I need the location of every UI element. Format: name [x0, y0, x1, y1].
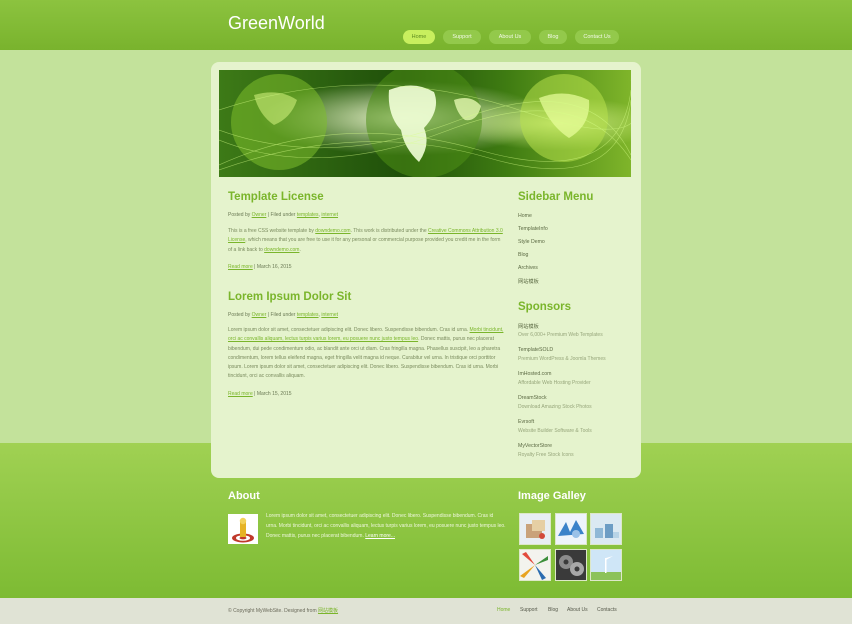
nav-contact-us[interactable]: Contact Us — [575, 30, 619, 44]
post-body: This is a free CSS website template by d… — [228, 227, 505, 255]
sponsor-link[interactable]: DreamStock — [518, 395, 547, 401]
read-more-link[interactable]: Read more — [228, 391, 253, 397]
sidebar-item-home[interactable]: Home — [518, 213, 532, 219]
about-text: Lorem ipsum dolor sit amet, consectetuer… — [266, 513, 506, 539]
sponsor-link[interactable]: Evrsoft — [518, 419, 534, 425]
gallery-thumb-5[interactable] — [555, 549, 587, 581]
post-meta: Posted by Owner | Filed under templates,… — [228, 312, 339, 318]
gallery-heading: Image Galley — [518, 490, 586, 502]
sponsor-description: Affordable Web Hosting Provider — [518, 380, 591, 386]
nav-blog[interactable]: Blog — [539, 30, 567, 44]
post-body: Lorem ipsum dolor sit amet, consectetuer… — [228, 326, 505, 382]
sidebar-item-style-demo[interactable]: Style Demo — [518, 239, 545, 245]
body-text-segment: . — [299, 246, 301, 253]
sidebar-item-templateinfo[interactable]: TemplateInfo — [518, 226, 548, 232]
post-category-link[interactable]: templates — [297, 312, 319, 318]
body-text-segment: . This work is distributed under the — [350, 228, 429, 234]
sponsor-link[interactable]: ImHosted.com — [518, 371, 551, 377]
sidebar-menu-heading: Sidebar Menu — [518, 191, 594, 203]
about-thumbnail-image — [228, 514, 258, 544]
post-title[interactable]: Lorem Ipsum Dolor Sit — [228, 291, 351, 303]
gallery-thumb-1[interactable] — [519, 513, 551, 545]
footer-link-contacts[interactable]: Contacts — [597, 607, 617, 613]
post-author-link[interactable]: Owner — [252, 312, 267, 318]
post-date: | March 15, 2015 — [254, 391, 292, 397]
sponsor-description: Premium WordPress & Joomla Themes — [518, 356, 606, 362]
learn-more-link[interactable]: Learn more... — [365, 533, 395, 539]
sponsor-description: Download Amazing Stock Photos — [518, 404, 592, 410]
post-footer: Read more | March 16, 2015 — [228, 264, 292, 270]
footer-link-home[interactable]: Home — [497, 607, 510, 613]
body-text-segment: This is a free CSS website template by — [228, 228, 316, 234]
inline-link[interactable]: downdemo.com — [264, 247, 299, 253]
inline-link[interactable]: downdemo.com — [315, 228, 350, 234]
copyright-text: © Copyright MyWebSite. Designed from 网站模… — [228, 608, 339, 614]
read-more-link[interactable]: Read more — [228, 264, 253, 270]
sidebar-item-templates-cn[interactable]: 网站模板 — [518, 278, 539, 285]
nav-about-us[interactable]: About Us — [489, 30, 531, 44]
footer-link-blog[interactable]: Blog — [548, 607, 558, 613]
sidebar-item-blog[interactable]: Blog — [518, 252, 528, 258]
body-text-segment: Lorem ipsum dolor sit amet, consectetuer… — [228, 327, 470, 333]
gallery-thumb-4[interactable] — [519, 549, 551, 581]
post-category-link[interactable]: internet — [321, 212, 338, 218]
sponsor-link[interactable]: TemplateSOLD — [518, 347, 553, 353]
sponsors-heading: Sponsors — [518, 301, 572, 313]
footer-bar — [0, 598, 852, 624]
nav-support[interactable]: Support — [443, 30, 481, 44]
post-category-link[interactable]: internet — [321, 312, 338, 318]
sponsor-description: Royalty Free Stock Icons — [518, 452, 574, 458]
sponsor-link[interactable]: 网站模板 — [518, 323, 539, 330]
sponsor-description: Website Builder Software & Tools — [518, 428, 592, 434]
post-meta: Posted by Owner | Filed under templates,… — [228, 212, 339, 218]
sidebar-item-archives[interactable]: Archives — [518, 265, 538, 271]
post-date: | March 16, 2015 — [254, 264, 292, 270]
sponsor-link[interactable]: MyVectorStore — [518, 443, 552, 449]
post-author-link[interactable]: Owner — [252, 212, 267, 218]
footer-link-support[interactable]: Support — [520, 607, 538, 613]
post-footer: Read more | March 15, 2015 — [228, 391, 292, 397]
sponsor-description: Over 6,000+ Premium Web Templates — [518, 332, 603, 338]
about-heading: About — [228, 490, 260, 502]
gallery-thumb-3[interactable] — [590, 513, 622, 545]
gallery-thumb-2[interactable] — [555, 513, 587, 545]
nav-home[interactable]: Home — [403, 30, 435, 44]
body-text-segment: . Donec mattis, purus nec placerat biben… — [228, 336, 501, 380]
post-title[interactable]: Template License — [228, 191, 324, 203]
site-logo[interactable]: GreenWorld — [228, 13, 325, 34]
globe-banner-image — [219, 70, 631, 177]
post-category-link[interactable]: templates — [297, 212, 319, 218]
designer-link[interactable]: 网站模板 — [318, 608, 338, 614]
footer-link-about-us[interactable]: About Us — [567, 607, 588, 613]
gallery-thumb-6[interactable] — [590, 549, 622, 581]
